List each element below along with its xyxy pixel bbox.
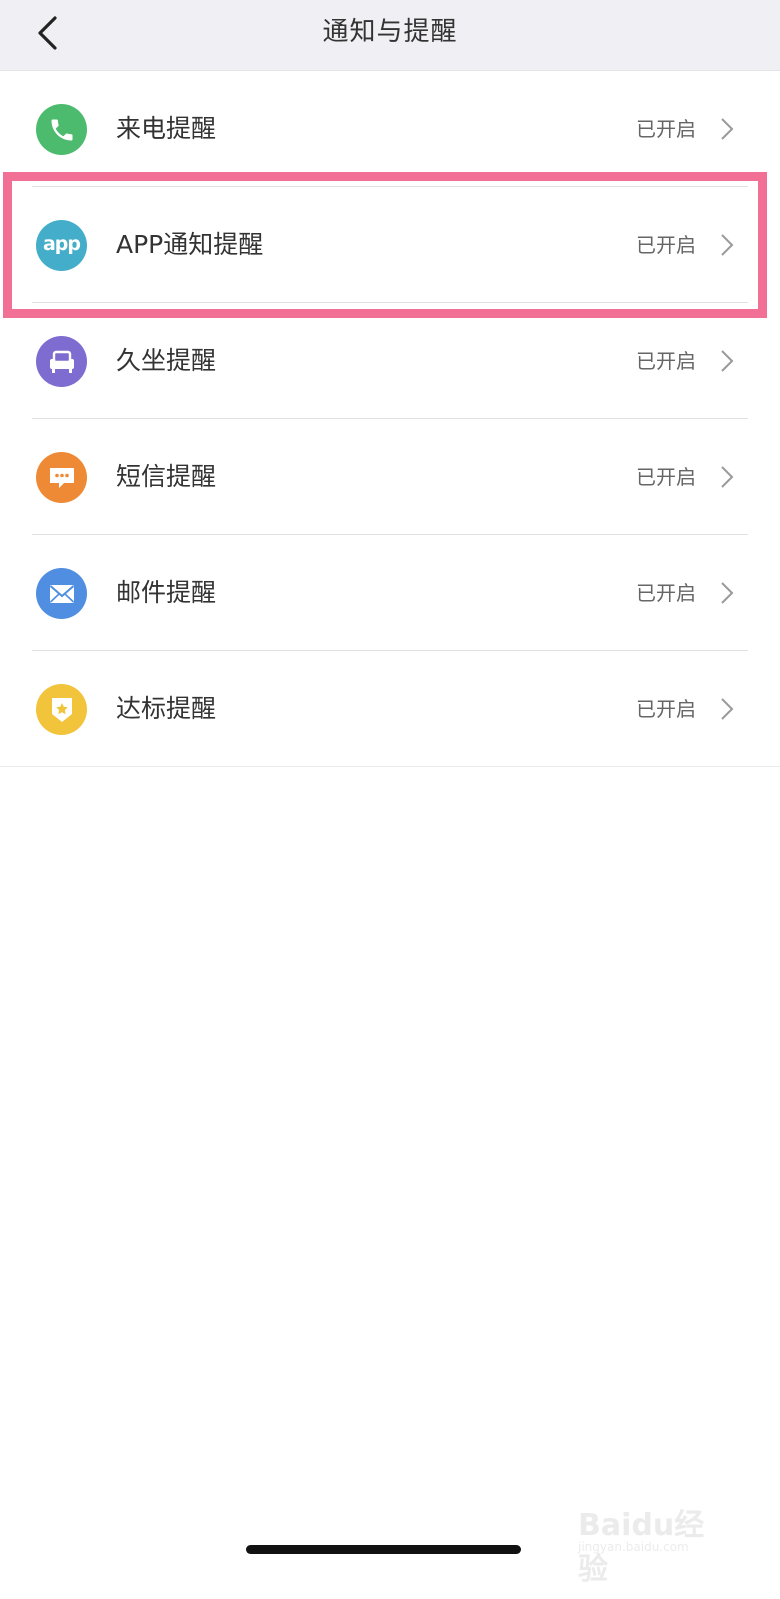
- list-item-sms-reminder[interactable]: 短信提醒 已开启: [0, 419, 780, 535]
- list-item-call-reminder[interactable]: 来电提醒 已开启: [0, 71, 780, 187]
- chevron-right-icon: [721, 466, 734, 488]
- row-status: 已开启: [636, 581, 696, 605]
- nav-bar: 通知与提醒: [0, 0, 780, 71]
- row-label: 短信提醒: [116, 462, 217, 491]
- home-indicator[interactable]: [246, 1545, 521, 1554]
- sofa-icon: [36, 336, 87, 387]
- chevron-right-icon: [721, 118, 734, 140]
- watermark-url: jingyan.baidu.com: [578, 1540, 689, 1554]
- mail-icon: [36, 568, 87, 619]
- divider: [0, 766, 780, 767]
- settings-list: 来电提醒 已开启 app APP通知提醒 已开启 久坐提醒 已开启 短信提醒 已…: [0, 71, 780, 767]
- row-status: 已开启: [636, 697, 696, 721]
- watermark: Baidu经验 jingyan.baidu.com: [578, 1480, 728, 1587]
- chevron-right-icon: [721, 698, 734, 720]
- row-label: 来电提醒: [116, 114, 217, 143]
- list-item-sedentary-reminder[interactable]: 久坐提醒 已开启: [0, 303, 780, 419]
- row-status: 已开启: [636, 233, 696, 257]
- list-item-app-notification[interactable]: app APP通知提醒 已开启: [0, 187, 780, 303]
- page-title: 通知与提醒: [322, 17, 458, 47]
- badge-star-icon: [36, 684, 87, 735]
- row-status: 已开启: [636, 465, 696, 489]
- chevron-right-icon: [721, 234, 734, 256]
- row-status: 已开启: [636, 349, 696, 373]
- row-label: APP通知提醒: [116, 230, 264, 259]
- list-item-email-reminder[interactable]: 邮件提醒 已开启: [0, 535, 780, 651]
- app-icon: app: [36, 220, 87, 271]
- row-status: 已开启: [636, 117, 696, 141]
- phone-icon: [36, 104, 87, 155]
- row-label: 达标提醒: [116, 694, 217, 723]
- row-label: 邮件提醒: [116, 578, 217, 607]
- list-item-goal-reminder[interactable]: 达标提醒 已开启: [0, 651, 780, 767]
- message-icon: [36, 452, 87, 503]
- chevron-right-icon: [721, 350, 734, 372]
- chevron-right-icon: [721, 582, 734, 604]
- row-label: 久坐提醒: [116, 346, 217, 375]
- app-icon-text: app: [42, 232, 81, 255]
